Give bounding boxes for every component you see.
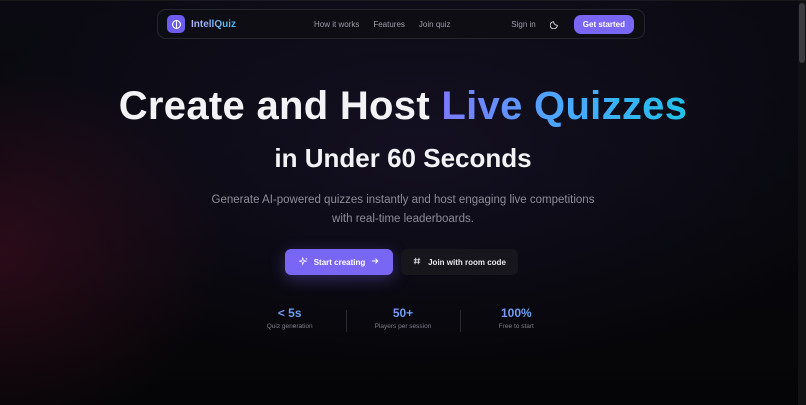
- brain-icon: [167, 15, 185, 33]
- scrollbar-thumb[interactable]: [799, 3, 805, 63]
- top-navbar: IntellQuiz How it works Features Join qu…: [157, 9, 645, 39]
- stat-generation: < 5s Quiz generation: [233, 306, 346, 336]
- sign-in-link[interactable]: Sign in: [511, 20, 535, 29]
- nav-links: How it works Features Join quiz: [314, 20, 451, 29]
- hero-subtitle: in Under 60 Seconds: [274, 143, 532, 173]
- sparkles-icon: [297, 256, 308, 268]
- stat-players: 50+ Players per session: [346, 306, 459, 336]
- landing-page: IntellQuiz How it works Features Join qu…: [0, 0, 806, 405]
- nav-actions: Sign in Get started: [511, 14, 634, 34]
- start-creating-label: Start creating: [313, 257, 366, 267]
- start-creating-button[interactable]: Start creating: [285, 249, 393, 275]
- hero-description: Generate AI-powered quizzes instantly an…: [211, 194, 595, 225]
- stat-label: Quiz generation: [266, 323, 313, 330]
- hero-title-accent: Live Quizzes: [441, 84, 688, 128]
- stat-label: Free to start: [498, 323, 534, 330]
- stat-free: 100% Free to start: [459, 306, 573, 336]
- hash-icon: [413, 257, 421, 267]
- stat-value: 50+: [346, 306, 459, 320]
- hero-title-start: Create and Host: [118, 84, 442, 128]
- brand-name: IntellQuiz: [191, 18, 236, 30]
- stat-label: Players per session: [374, 323, 432, 330]
- get-started-button[interactable]: Get started: [573, 14, 634, 34]
- stat-value: < 5s: [233, 306, 346, 320]
- page-scrollbar[interactable]: [798, 1, 806, 405]
- join-room-button[interactable]: Join with room code: [401, 249, 518, 275]
- moon-icon[interactable]: [549, 19, 560, 29]
- nav-link-features[interactable]: Features: [373, 20, 405, 29]
- arrow-right-icon: [371, 257, 379, 267]
- nav-link-join-quiz[interactable]: Join quiz: [419, 20, 451, 29]
- hero-title: Create and Host Live Quizzes: [0, 84, 806, 129]
- stats-row: < 5s Quiz generation 50+ Players per ses…: [233, 306, 573, 336]
- stat-value: 100%: [460, 306, 573, 320]
- join-room-label: Join with room code: [428, 257, 506, 267]
- brand[interactable]: IntellQuiz: [167, 15, 287, 33]
- nav-link-how-it-works[interactable]: How it works: [314, 20, 359, 29]
- cta-row: Start creating Join with room code: [285, 249, 518, 275]
